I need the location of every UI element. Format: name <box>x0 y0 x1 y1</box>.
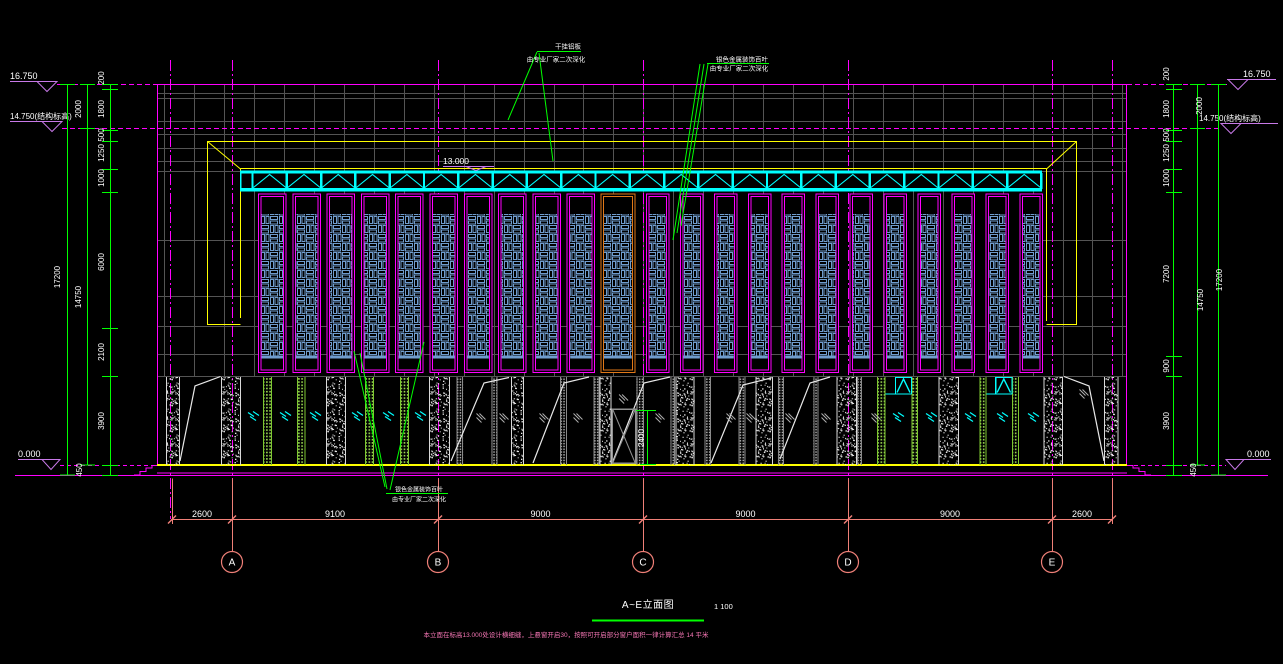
svg-text:16.750: 16.750 <box>10 71 38 81</box>
svg-text:9000: 9000 <box>530 509 550 519</box>
svg-text:D: D <box>844 558 851 569</box>
svg-text:0.000: 0.000 <box>18 449 41 459</box>
svg-text:14750: 14750 <box>74 285 83 308</box>
svg-text:14.750(结构标高): 14.750(结构标高) <box>10 111 72 121</box>
svg-text:3900: 3900 <box>1162 412 1171 430</box>
svg-text:3900: 3900 <box>97 412 106 430</box>
svg-text:1800: 1800 <box>1162 100 1171 118</box>
svg-text:0.000: 0.000 <box>1247 449 1270 459</box>
svg-text:450: 450 <box>1189 463 1198 477</box>
svg-text:200: 200 <box>97 71 106 85</box>
svg-text:C: C <box>639 558 646 569</box>
svg-text:B: B <box>435 558 442 569</box>
svg-text:14750: 14750 <box>1196 288 1205 311</box>
svg-text:200: 200 <box>1162 67 1171 81</box>
svg-text:9100: 9100 <box>325 509 345 519</box>
svg-text:银色金属装饰百叶: 银色金属装饰百叶 <box>395 486 443 494</box>
svg-text:2600: 2600 <box>192 509 212 519</box>
svg-text:1250: 1250 <box>97 144 106 162</box>
svg-text:13.000: 13.000 <box>443 156 469 166</box>
svg-text:A~E立面图: A~E立面图 <box>622 598 674 611</box>
svg-text:9000: 9000 <box>940 509 960 519</box>
svg-text:6000: 6000 <box>97 253 106 271</box>
svg-text:由专业厂家二次深化: 由专业厂家二次深化 <box>710 64 769 73</box>
svg-text:A: A <box>229 558 236 569</box>
svg-text:银色金属装饰百叶: 银色金属装饰百叶 <box>716 55 769 64</box>
svg-text:17200: 17200 <box>1215 268 1224 291</box>
svg-text:500: 500 <box>97 128 106 142</box>
svg-text:1250: 1250 <box>1162 144 1171 162</box>
svg-text:2000: 2000 <box>74 100 83 118</box>
svg-text:7200: 7200 <box>1162 265 1171 283</box>
svg-text:14.750(结构标高): 14.750(结构标高) <box>1199 113 1261 123</box>
svg-text:2600: 2600 <box>1072 509 1092 519</box>
svg-text:E: E <box>1049 558 1056 569</box>
svg-text:1800: 1800 <box>97 100 106 118</box>
svg-text:2400: 2400 <box>637 429 646 447</box>
svg-text:450: 450 <box>75 463 84 477</box>
svg-text:本立面在标高13.000处设计横细缝，上悬窗开启30，按照可: 本立面在标高13.000处设计横细缝，上悬窗开启30，按照可开启部分窗户面积一律… <box>424 630 709 639</box>
svg-text:16.750: 16.750 <box>1243 69 1271 79</box>
svg-text:1 100: 1 100 <box>714 602 733 611</box>
svg-text:2000: 2000 <box>1195 97 1204 115</box>
svg-text:1000: 1000 <box>1162 169 1171 187</box>
svg-text:由专业厂家二次深化: 由专业厂家二次深化 <box>527 55 586 64</box>
svg-text:17200: 17200 <box>53 265 62 288</box>
svg-text:1000: 1000 <box>97 169 106 187</box>
svg-text:9000: 9000 <box>735 509 755 519</box>
svg-text:干挂铝板: 干挂铝板 <box>555 42 582 51</box>
svg-text:2100: 2100 <box>97 343 106 361</box>
svg-text:由专业厂家二次深化: 由专业厂家二次深化 <box>392 496 446 504</box>
svg-text:500: 500 <box>1162 128 1171 142</box>
svg-text:900: 900 <box>1162 359 1171 373</box>
